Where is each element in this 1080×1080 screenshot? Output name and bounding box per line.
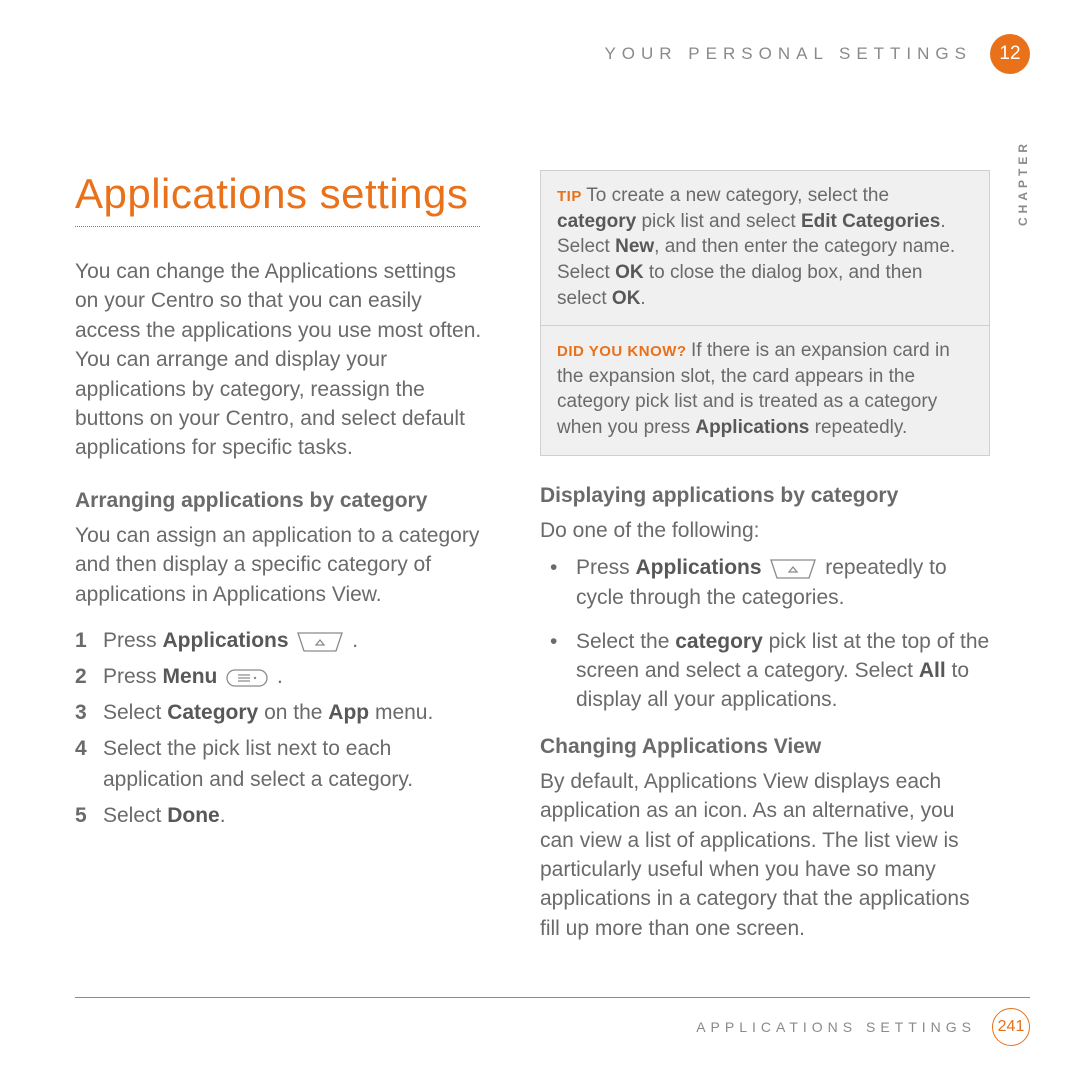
page-number-badge: 241 bbox=[992, 1008, 1030, 1046]
footer-divider bbox=[75, 997, 1030, 998]
page-header: YOUR PERSONAL SETTINGS 12 bbox=[604, 34, 1030, 74]
page-footer: APPLICATIONS SETTINGS 241 bbox=[0, 997, 1080, 1046]
bullet-list: Press Applications repeatedly to cycle t… bbox=[540, 553, 990, 715]
page-title: Applications settings bbox=[75, 170, 485, 218]
subhead-displaying: Displaying applications by category bbox=[540, 484, 990, 508]
step-2: Press Menu . bbox=[75, 661, 485, 693]
title-divider bbox=[75, 226, 480, 227]
did-you-know-label: DID YOU KNOW? bbox=[557, 343, 687, 360]
tip-label: TIP bbox=[557, 188, 582, 205]
header-section-label: YOUR PERSONAL SETTINGS bbox=[604, 44, 972, 64]
arranging-paragraph: You can assign an application to a categ… bbox=[75, 521, 485, 609]
step-4: Select the pick list next to each applic… bbox=[75, 733, 485, 796]
tip-callout: TIP To create a new category, select the… bbox=[541, 171, 989, 325]
step-5: Select Done. bbox=[75, 800, 485, 832]
callout-group: TIP To create a new category, select the… bbox=[540, 170, 990, 456]
applications-key-icon bbox=[769, 554, 817, 583]
right-column: TIP To create a new category, select the… bbox=[540, 170, 990, 969]
tip-body: To create a new category, select the cat… bbox=[557, 185, 955, 309]
subhead-changing-view: Changing Applications View bbox=[540, 735, 990, 759]
step-1: Press Applications . bbox=[75, 625, 485, 657]
steps-list: Press Applications . Press Menu . Select… bbox=[75, 625, 485, 831]
footer-label: APPLICATIONS SETTINGS bbox=[696, 1019, 976, 1035]
step-3: Select Category on the App menu. bbox=[75, 697, 485, 729]
left-column: Applications settings You can change the… bbox=[75, 170, 485, 969]
subhead-arranging: Arranging applications by category bbox=[75, 489, 485, 513]
did-you-know-callout: DID YOU KNOW? If there is an expansion c… bbox=[541, 325, 989, 455]
bullet-2: Select the category pick list at the top… bbox=[540, 627, 990, 715]
chapter-word-vertical: CHAPTER bbox=[1016, 140, 1030, 226]
applications-key-icon bbox=[296, 626, 344, 658]
bullet-1: Press Applications repeatedly to cycle t… bbox=[540, 553, 990, 613]
chapter-number-badge: 12 bbox=[990, 34, 1030, 74]
menu-key-icon bbox=[225, 662, 269, 694]
changing-view-paragraph: By default, Applications View displays e… bbox=[540, 767, 990, 943]
intro-paragraph: You can change the Applications settings… bbox=[75, 257, 485, 463]
displaying-paragraph: Do one of the following: bbox=[540, 516, 990, 545]
